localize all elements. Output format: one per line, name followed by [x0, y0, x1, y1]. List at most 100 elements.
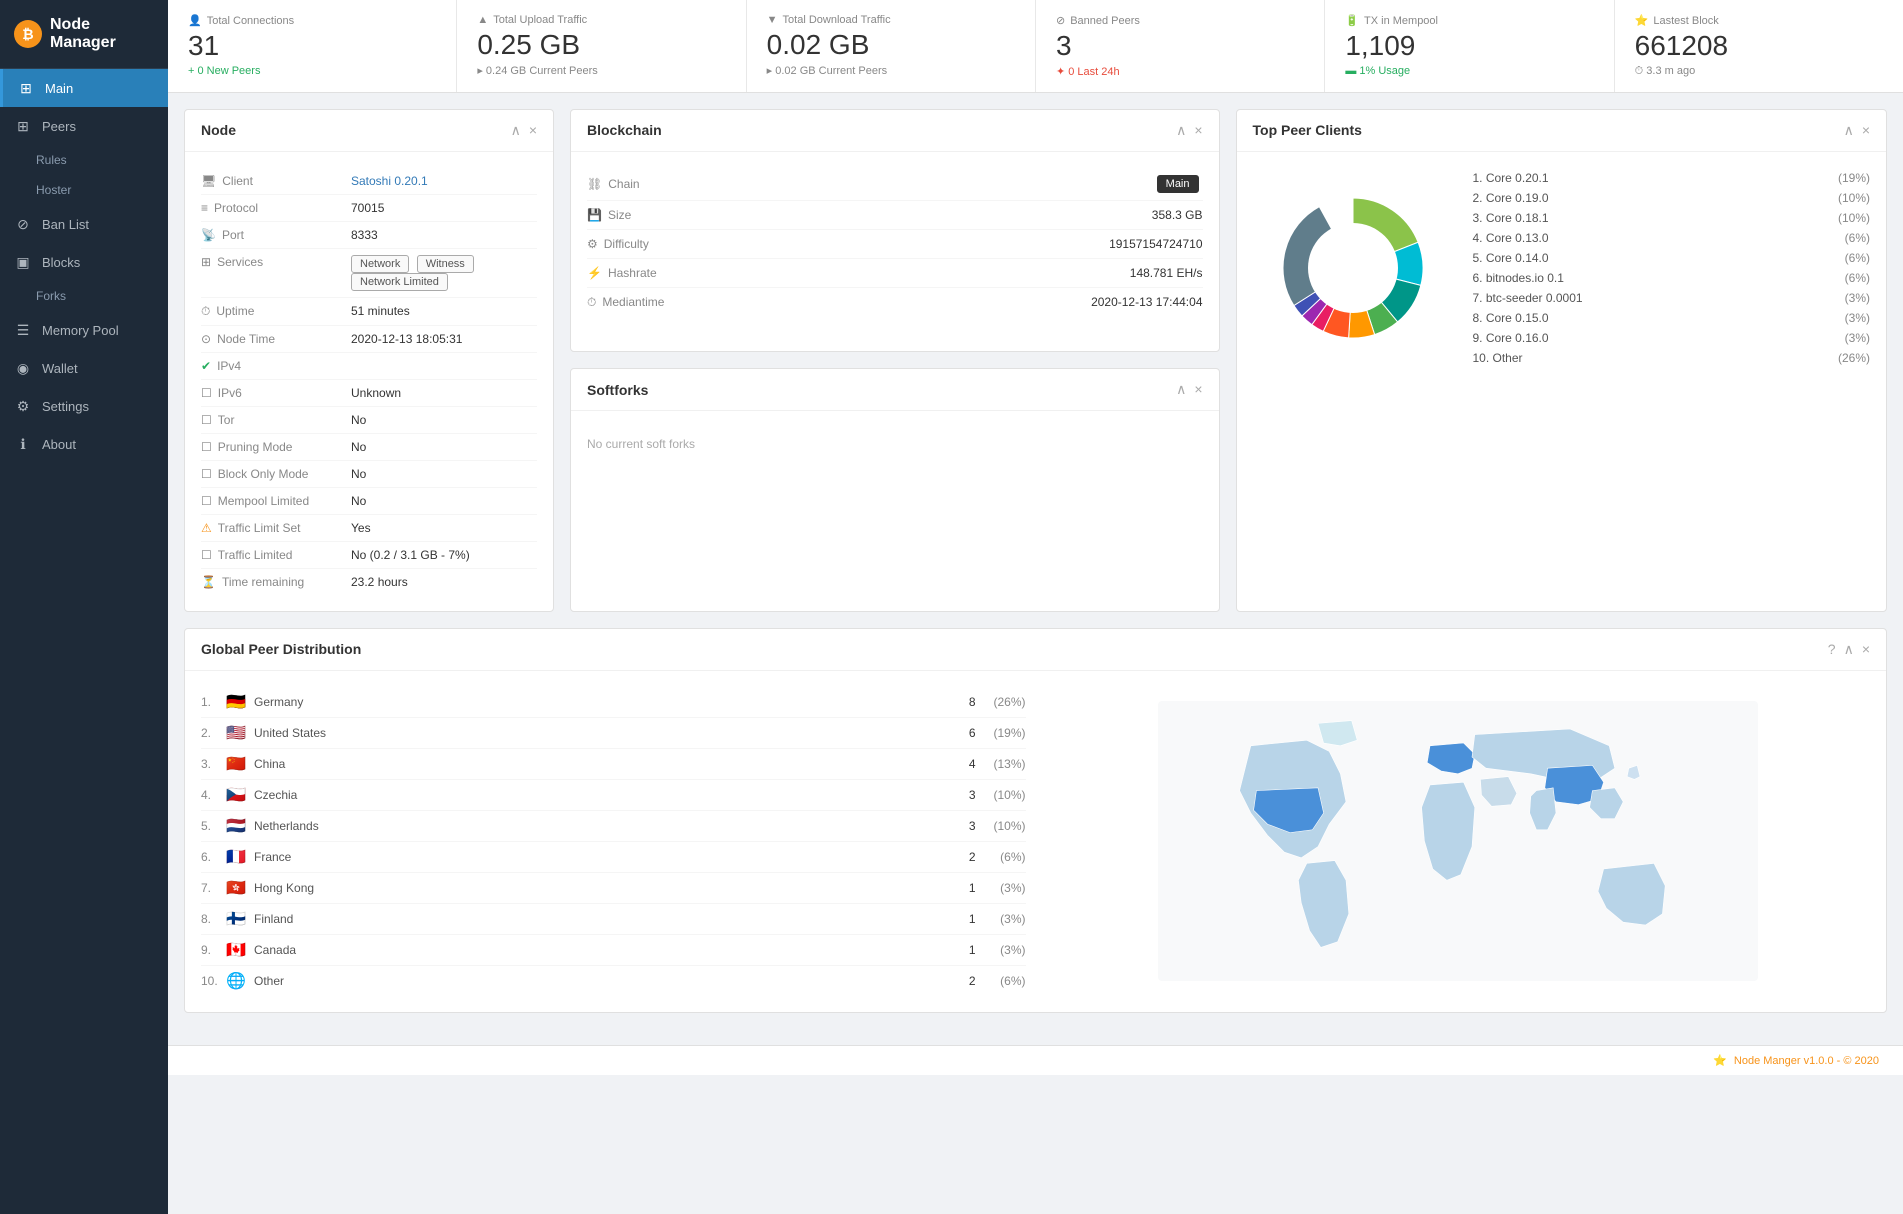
node-card: Node ∧ × 🖥 Client Satoshi 0.20.1 [184, 109, 554, 612]
stat-banned-value: 3 [1056, 31, 1304, 62]
node-value-ipv6: Unknown [351, 386, 401, 400]
node-card-body: 🖥 Client Satoshi 0.20.1 ≡ Protocol 70015… [185, 152, 553, 611]
app-logo: ₿ Node Manager [0, 0, 168, 69]
wallet-icon: ◉ [14, 359, 32, 377]
softforks-card-body: No current soft forks [571, 411, 1219, 477]
sidebar-item-memorypool[interactable]: ☰ Memory Pool [0, 311, 168, 349]
global-peer-collapse-icon[interactable]: ∧ [1844, 641, 1854, 658]
map-japan [1627, 766, 1640, 780]
top-peers-collapse-icon[interactable]: ∧ [1844, 122, 1854, 139]
node-close-icon[interactable]: × [529, 122, 537, 139]
sidebar-item-banlist[interactable]: ⊘ Ban List [0, 205, 168, 243]
map-australia [1598, 864, 1665, 926]
pruning-icon: ☐ [201, 440, 212, 454]
bc-row-hashrate: ⚡ Hashrate 148.781 EH/s [587, 259, 1203, 288]
top-peer-clients-card: Top Peer Clients ∧ × [1236, 109, 1888, 612]
peer-rank-1: 1. Core 0.20.1 [1473, 171, 1549, 185]
top-peer-clients-title: Top Peer Clients [1253, 122, 1362, 138]
top-peers-close-icon[interactable]: × [1862, 122, 1870, 139]
bc-row-size: 💾 Size 358.3 GB [587, 201, 1203, 230]
sidebar-item-wallet[interactable]: ◉ Wallet [0, 349, 168, 387]
peer-rank-8: 8. Core 0.15.0 [1473, 311, 1549, 325]
sidebar-item-peers[interactable]: ⊞ Peers [0, 107, 168, 145]
services-icon: ⊞ [201, 255, 211, 269]
blockchain-card: Blockchain ∧ × ⛓ Chain Main [570, 109, 1220, 353]
global-peer-title: Global Peer Distribution [201, 641, 361, 657]
sidebar-label-peers: Peers [42, 119, 76, 134]
node-row-pruning: ☐ Pruning Mode No [201, 434, 537, 461]
stat-banned-sub: ✦ 0 Last 24h [1056, 65, 1304, 78]
map-south-america [1298, 861, 1348, 948]
blockchain-card-body: ⛓ Chain Main 💾 Size 358.3 GB [571, 152, 1219, 333]
peer-list-item-6: 6. bitnodes.io 0.1 (6%) [1473, 268, 1871, 288]
peer-pct-6: (6%) [1845, 271, 1870, 285]
peer-pct-9: (3%) [1845, 331, 1870, 345]
footer-icon: ⭐ [1713, 1055, 1727, 1067]
global-peer-help-icon[interactable]: ? [1828, 641, 1836, 658]
bc-label-mediantime: ⏱ Mediantime [587, 295, 664, 310]
nodetime-icon: ⊙ [201, 332, 211, 346]
global-peer-close-icon[interactable]: × [1862, 641, 1870, 658]
peer-pct-1: (19%) [1838, 171, 1870, 185]
peer-pct-10: (26%) [1838, 351, 1870, 365]
bc-row-difficulty: ⚙ Difficulty 19157154724710 [587, 230, 1203, 259]
node-value-pruning: No [351, 440, 366, 454]
node-label-mempoollimited: ☐ Mempool Limited [201, 494, 351, 508]
sidebar-item-settings[interactable]: ⚙ Settings [0, 387, 168, 425]
footer-bar: ⭐ Node Manger v1.0.0 - © 2020 [168, 1045, 1903, 1075]
peer-list-item-2: 2. Core 0.19.0 (10%) [1473, 188, 1871, 208]
peer-dist-row-9: 9. 🇨🇦 Canada 1 (3%) [201, 935, 1026, 966]
sidebar-item-blocks[interactable]: ▣ Blocks [0, 243, 168, 281]
sidebar-item-rules[interactable]: Rules [0, 145, 168, 175]
node-collapse-icon[interactable]: ∧ [511, 122, 521, 139]
top-peer-clients-header: Top Peer Clients ∧ × [1237, 110, 1887, 152]
stat-upload-value: 0.25 GB [477, 30, 725, 61]
trafficlimited-icon: ☐ [201, 548, 212, 562]
stat-connections-label: 👤 Total Connections [188, 14, 436, 27]
sidebar-item-hoster[interactable]: Hoster [0, 175, 168, 205]
peer-pct-5: (6%) [1845, 251, 1870, 265]
bc-value-difficulty: 19157154724710 [1109, 237, 1202, 251]
stat-download-label: ▼ Total Download Traffic [767, 14, 1015, 26]
sidebar-label-wallet: Wallet [42, 361, 78, 376]
node-row-ipv6: ☐ IPv6 Unknown [201, 380, 537, 407]
map-india [1529, 788, 1555, 830]
blockchain-collapse-icon[interactable]: ∧ [1176, 122, 1186, 139]
node-value-trafficlimited: No (0.2 / 3.1 GB - 7%) [351, 548, 470, 562]
stat-connections-value: 31 [188, 31, 436, 62]
node-value-protocol: 70015 [351, 201, 384, 215]
sidebar-label-about: About [42, 437, 76, 452]
node-row-timeremaining: ⏳ Time remaining 23.2 hours [201, 569, 537, 595]
peer-dist-row-7: 7. 🇭🇰 Hong Kong 1 (3%) [201, 873, 1026, 904]
node-label-protocol: ≡ Protocol [201, 201, 351, 215]
blockchain-close-icon[interactable]: × [1194, 122, 1202, 139]
port-icon: 📡 [201, 228, 216, 242]
peer-list-item-8: 8. Core 0.15.0 (3%) [1473, 308, 1871, 328]
softforks-close-icon[interactable]: × [1194, 381, 1202, 398]
sidebar-label-memorypool: Memory Pool [42, 323, 119, 338]
node-label-ipv4: ✔ IPv4 [201, 359, 351, 373]
node-value-port: 8333 [351, 228, 378, 242]
ipv6-icon: ☐ [201, 386, 212, 400]
sidebar-item-main[interactable]: ⊞ Main [0, 69, 168, 107]
node-label-trafficlimited: ☐ Traffic Limited [201, 548, 351, 562]
sidebar-item-about[interactable]: ℹ About [0, 425, 168, 463]
node-value-services: Network Witness Network Limited [351, 255, 537, 291]
upload-icon: ▲ [477, 14, 488, 26]
ipv4-check-icon: ✔ [201, 359, 211, 373]
peer-rank-3: 3. Core 0.18.1 [1473, 211, 1549, 225]
peer-rank-5: 5. Core 0.14.0 [1473, 251, 1549, 265]
map-se-asia [1589, 788, 1623, 819]
app-title: Node Manager [50, 16, 154, 52]
sidebar-item-forks[interactable]: Forks [0, 281, 168, 311]
badge-network-limited: Network Limited [351, 273, 448, 291]
peer-pct-4: (6%) [1845, 231, 1870, 245]
softforks-collapse-icon[interactable]: ∧ [1176, 381, 1186, 398]
node-label-timeremaining: ⏳ Time remaining [201, 575, 351, 589]
node-card-title: Node [201, 122, 236, 138]
node-value-client: Satoshi 0.20.1 [351, 174, 428, 188]
node-label-services: ⊞ Services [201, 255, 351, 269]
stat-block-value: 661208 [1635, 31, 1883, 62]
peer-dist-row-6: 6. 🇫🇷 France 2 (6%) [201, 842, 1026, 873]
uptime-icon: ⏱ [201, 304, 210, 319]
